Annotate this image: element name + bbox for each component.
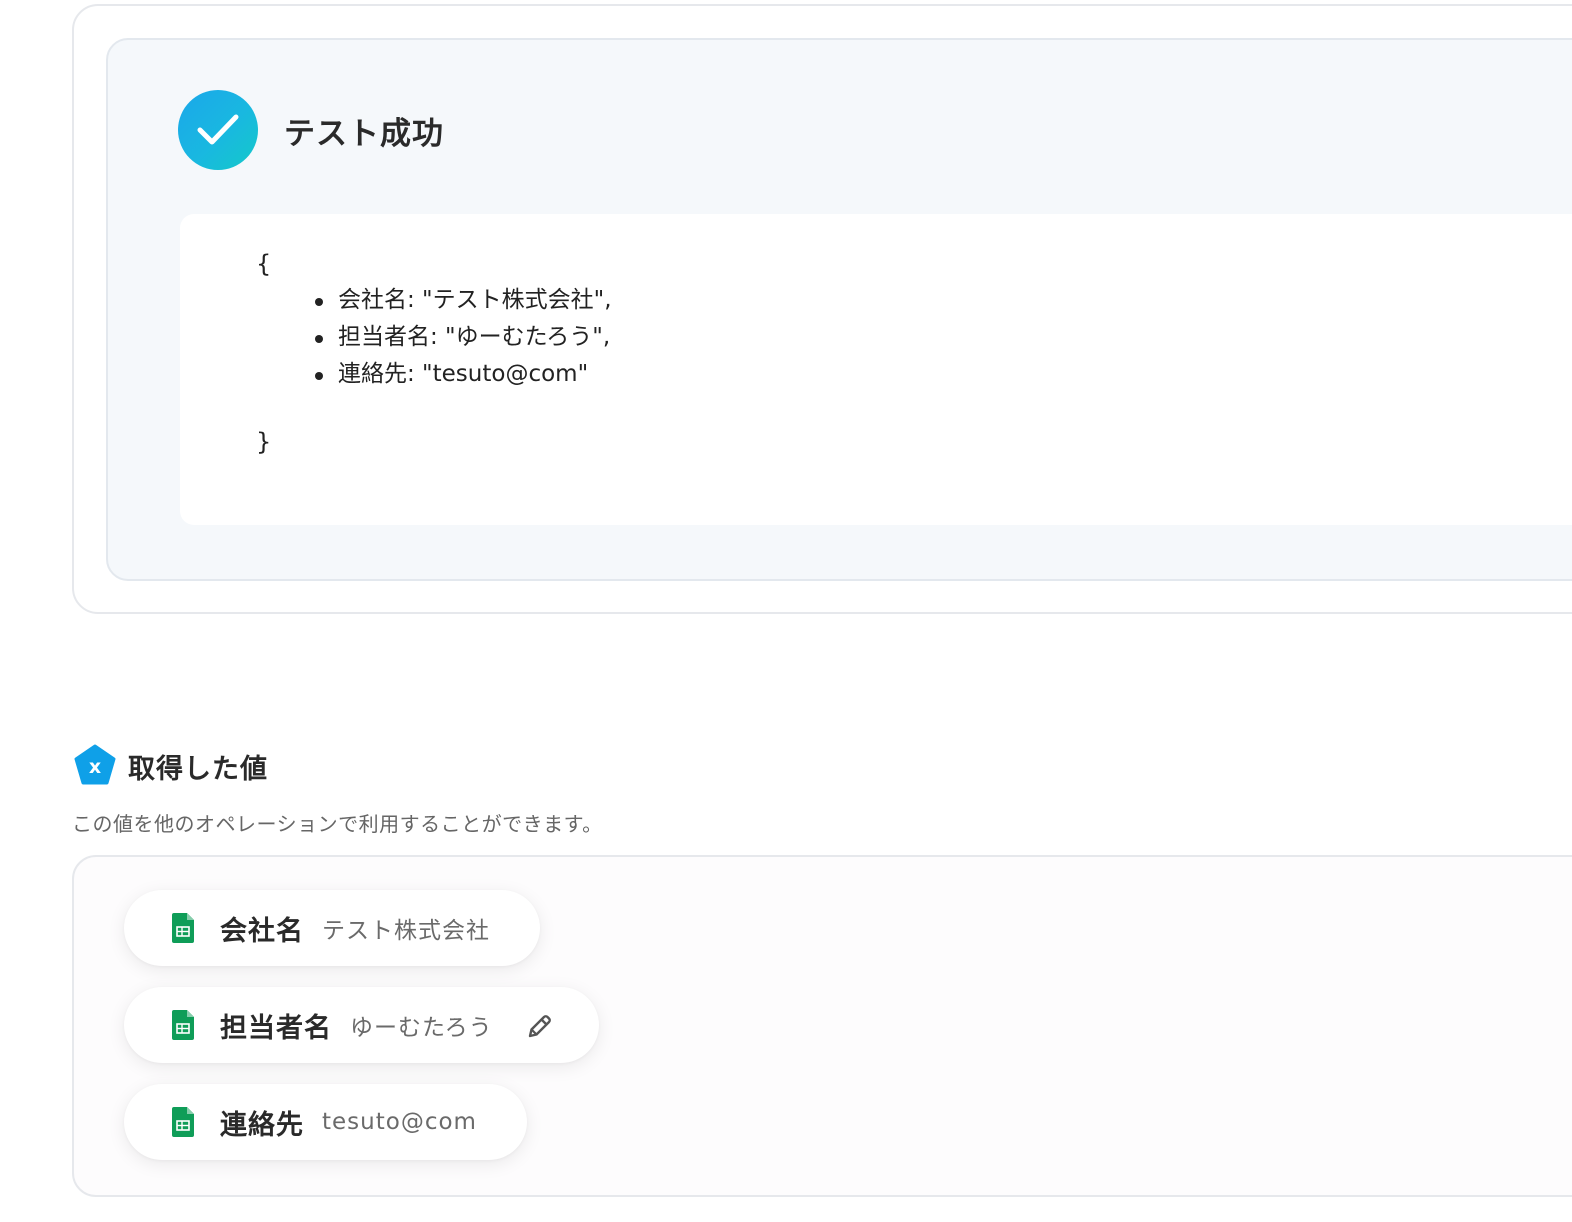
list-item: 連絡先: "tesuto@com" — [313, 356, 612, 393]
acquired-values-description: この値を他のオペレーションで利用することができます。 — [72, 812, 603, 836]
test-result-list: 会社名: "テスト株式会社", 担当者名: "ゆーむたろう", 連絡先: "te… — [313, 282, 612, 393]
variable-icon: x — [74, 744, 116, 785]
acquired-values-heading: 取得した値 — [128, 754, 268, 785]
list-item: 会社名: "テスト株式会社", — [313, 282, 612, 319]
value-label: 会社名 — [220, 915, 304, 947]
value-chip-contact-info[interactable]: 連絡先 tesuto@com — [124, 1084, 527, 1160]
value-text: テスト株式会社 — [322, 918, 490, 944]
google-sheets-icon — [172, 913, 194, 943]
json-close-brace: } — [256, 428, 272, 456]
google-sheets-icon — [172, 1010, 194, 1040]
pencil-edit-icon[interactable] — [525, 1011, 555, 1041]
value-text: ゆーむたろう — [350, 1015, 493, 1041]
value-chip-contact-person[interactable]: 担当者名 ゆーむたろう — [124, 987, 599, 1063]
check-circle-icon — [178, 90, 258, 170]
svg-text:x: x — [89, 756, 101, 778]
value-label: 連絡先 — [220, 1109, 304, 1141]
test-success-title: テスト成功 — [284, 116, 444, 152]
list-item: 担当者名: "ゆーむたろう", — [313, 319, 612, 356]
value-text: tesuto@com — [322, 1109, 477, 1135]
value-chip-company-name[interactable]: 会社名 テスト株式会社 — [124, 890, 540, 966]
json-open-brace: { — [256, 250, 272, 278]
google-sheets-icon — [172, 1107, 194, 1137]
page: テスト成功 { 会社名: "テスト株式会社", 担当者名: "ゆーむたろう", … — [0, 0, 1572, 1222]
value-label: 担当者名 — [220, 1012, 332, 1044]
